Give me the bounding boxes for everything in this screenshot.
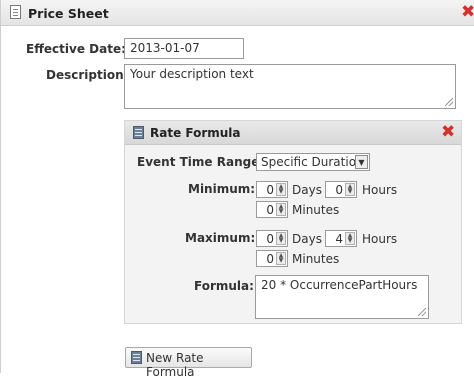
- days-unit-label: Days: [292, 183, 322, 197]
- rate-formula-header: Rate Formula ✖: [125, 121, 461, 145]
- calculator-icon: [133, 126, 144, 139]
- effective-date-label: Effective Date:: [26, 42, 126, 56]
- maximum-days-value: 0: [266, 232, 274, 246]
- minimum-label: Minimum:: [188, 182, 256, 196]
- close-icon[interactable]: ✖: [441, 124, 455, 141]
- rate-formula-title: Rate Formula: [150, 126, 241, 140]
- price-sheet-title: Price Sheet: [28, 6, 109, 21]
- maximum-hours-value: 4: [335, 232, 343, 246]
- hours-unit-label: Hours: [362, 232, 398, 246]
- new-rate-formula-label: New Rate Formula: [146, 351, 204, 379]
- resize-grip-icon[interactable]: [418, 308, 426, 316]
- new-rate-formula-button[interactable]: New Rate Formula: [125, 347, 252, 379]
- calculator-icon: [131, 351, 142, 364]
- minimum-hours-value: 0: [335, 183, 343, 197]
- price-sheet-header: Price Sheet ✖: [1, 0, 474, 26]
- maximum-hours-stepper[interactable]: 4 ▲ ▼: [325, 230, 357, 247]
- formula-label: Formula:: [194, 279, 254, 293]
- resize-grip-icon[interactable]: [445, 98, 453, 106]
- spinner-icon[interactable]: ▲ ▼: [345, 183, 355, 196]
- spinner-icon[interactable]: ▲ ▼: [276, 183, 286, 196]
- spinner-icon[interactable]: ▲ ▼: [276, 203, 286, 216]
- price-sheet-panel: Price Sheet ✖ Effective Date: 2013-01-07…: [0, 0, 474, 379]
- event-time-range-label: Event Time Range:: [137, 155, 265, 169]
- minutes-unit-label: Minutes: [292, 203, 340, 217]
- formula-text: 20 * OccurrencePartHours: [261, 278, 418, 292]
- rate-formula-panel: Rate Formula ✖ Event Time Range: Specifi…: [124, 120, 462, 324]
- spinner-icon[interactable]: ▲ ▼: [276, 252, 286, 265]
- minutes-unit-label: Minutes: [292, 252, 340, 266]
- document-icon: [10, 5, 21, 19]
- spinner-icon[interactable]: ▲ ▼: [276, 232, 286, 245]
- minimum-minutes-value: 0: [266, 203, 274, 217]
- minimum-days-stepper[interactable]: 0 ▲ ▼: [256, 181, 288, 198]
- maximum-minutes-value: 0: [266, 252, 274, 266]
- effective-date-input[interactable]: 2013-01-07: [124, 38, 244, 59]
- chevron-down-icon[interactable]: ▼: [355, 155, 368, 169]
- formula-textarea[interactable]: 20 * OccurrencePartHours: [255, 275, 429, 319]
- close-icon[interactable]: ✖: [461, 4, 474, 21]
- description-textarea[interactable]: Your description text: [124, 64, 456, 109]
- minimum-hours-stepper[interactable]: 0 ▲ ▼: [325, 181, 357, 198]
- description-label: Description:: [46, 68, 129, 82]
- maximum-days-stepper[interactable]: 0 ▲ ▼: [256, 230, 288, 247]
- days-unit-label: Days: [292, 232, 322, 246]
- minimum-days-value: 0: [266, 183, 274, 197]
- maximum-label: Maximum:: [185, 231, 256, 245]
- event-time-range-value: Specific Duration: [261, 155, 364, 169]
- description-text: Your description text: [130, 67, 254, 81]
- event-time-range-select[interactable]: Specific Duration ▼: [256, 153, 370, 171]
- minimum-minutes-stepper[interactable]: 0 ▲ ▼: [256, 201, 288, 218]
- spinner-icon[interactable]: ▲ ▼: [345, 232, 355, 245]
- hours-unit-label: Hours: [362, 183, 398, 197]
- maximum-minutes-stepper[interactable]: 0 ▲ ▼: [256, 250, 288, 267]
